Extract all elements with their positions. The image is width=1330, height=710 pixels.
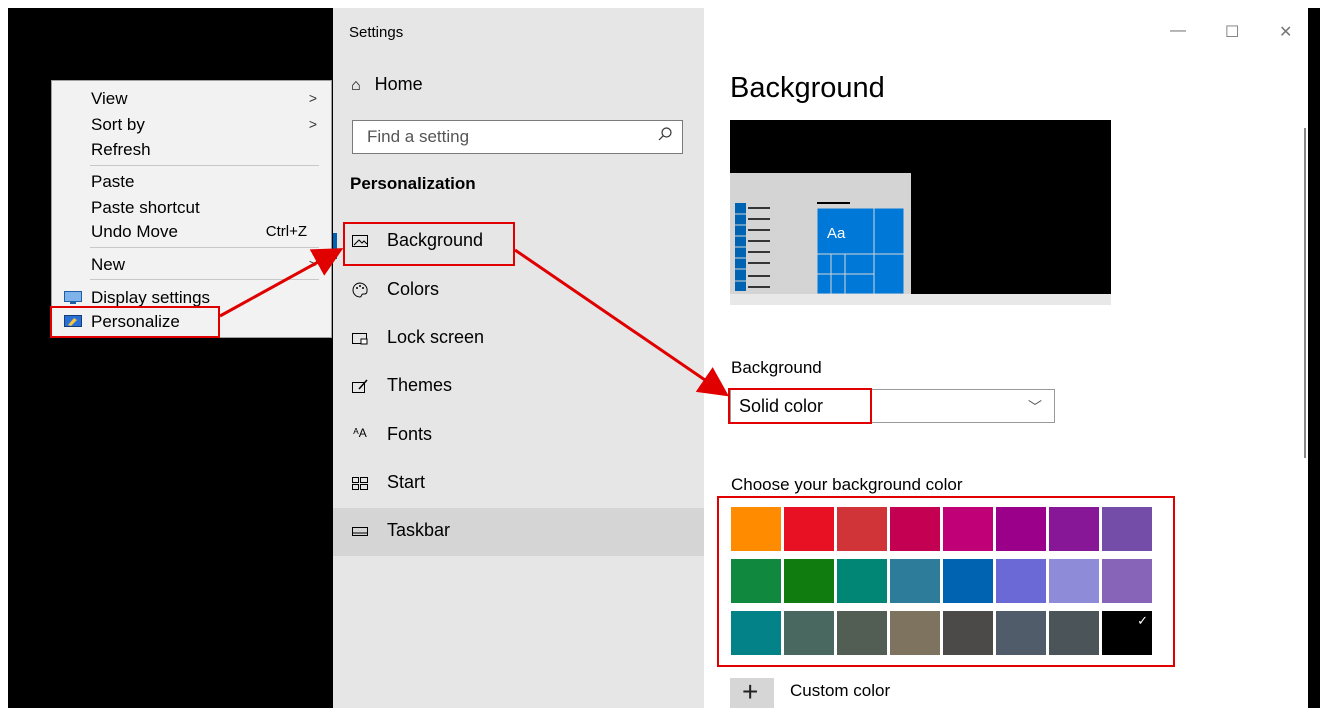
arrow-to-solid-color xyxy=(514,248,729,397)
arrow-to-background-nav xyxy=(219,248,344,318)
annotation-arrows xyxy=(219,248,729,397)
